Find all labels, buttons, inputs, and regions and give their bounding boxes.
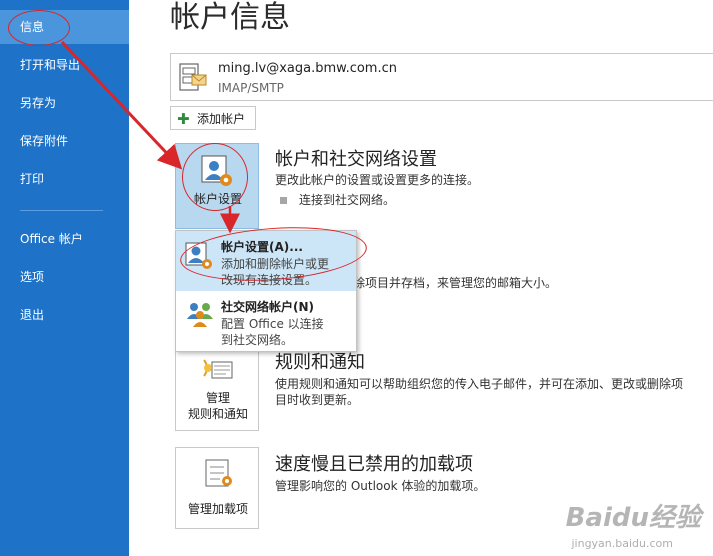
add-account-label: 添加帐户 <box>197 112 246 126</box>
backstage-sidebar: 信息 打开和导出 另存为 保存附件 打印 Office 帐户 选项 退出 <box>0 0 129 556</box>
sidebar-item-office-account[interactable]: Office 帐户 <box>0 222 129 256</box>
mailbox-icon <box>179 63 207 91</box>
social-bullet-text: 连接到社交网络。 <box>299 193 396 207</box>
account-selector[interactable]: ming.lv@xaga.bmw.com.cn IMAP/SMTP <box>170 53 713 101</box>
sidebar-item-print[interactable]: 打印 <box>0 162 129 196</box>
menu-item-title: 社交网络帐户(N) <box>221 300 315 314</box>
sidebar-item-label: 选项 <box>20 270 45 284</box>
baidu-watermark-url: jingyan.baidu.com <box>571 537 673 550</box>
plus-icon: ✚ <box>177 110 190 128</box>
manage-rules-label-2: 规则和通知 <box>187 407 248 421</box>
addins-section-title: 速度慢且已禁用的加载项 <box>275 454 473 475</box>
addins-section-description: 管理影响您的 Outlook 体验的加载项。 <box>275 479 486 493</box>
menu-item-description-2: 改现有连接设置。 <box>221 273 318 287</box>
account-email: ming.lv@xaga.bmw.com.cn <box>218 61 397 76</box>
menu-item-account-settings[interactable]: 帐户设置(A)... 添加和删除帐户或更 改现有连接设置。 <box>176 231 356 291</box>
account-settings-button[interactable]: 帐户设置 <box>175 143 259 229</box>
manage-rules-label-1: 管理 <box>205 391 230 405</box>
add-account-button[interactable]: ✚ 添加帐户 <box>170 106 256 130</box>
manage-rules-button[interactable]: 管理 规则和通知 <box>175 345 259 431</box>
menu-item-title: 帐户设置(A)... <box>221 240 303 254</box>
manage-addins-label: 管理加载项 <box>187 502 248 516</box>
menu-item-description-1: 添加和删除帐户或更 <box>221 257 330 271</box>
sidebar-item-label: 保存附件 <box>20 134 69 148</box>
sidebar-item-label: 打印 <box>20 172 45 186</box>
mailbox-cleanup-description: 除项目并存档，来管理您的邮箱大小。 <box>353 276 558 290</box>
manage-addins-button[interactable]: 管理加载项 <box>175 447 259 529</box>
sidebar-divider <box>20 210 103 211</box>
menu-item-social-accounts[interactable]: 社交网络帐户(N) 配置 Office 以连接 到社交网络。 <box>176 291 356 351</box>
sidebar-item-label: 另存为 <box>20 96 57 110</box>
sidebar-item-label: Office 帐户 <box>20 232 83 246</box>
sidebar-item-options[interactable]: 选项 <box>0 260 129 294</box>
sidebar-item-info[interactable]: 信息 <box>0 10 129 44</box>
sidebar-item-save-attachments[interactable]: 保存附件 <box>0 124 129 158</box>
sidebar-item-open-export[interactable]: 打开和导出 <box>0 48 129 82</box>
sidebar-item-exit[interactable]: 退出 <box>0 298 129 332</box>
account-section-description: 更改此帐户的设置或设置更多的连接。 <box>275 173 480 187</box>
account-section-title: 帐户和社交网络设置 <box>275 149 437 170</box>
bullet-icon <box>280 197 287 204</box>
page-title: 帐户信息 <box>170 0 290 35</box>
rules-alerts-icon <box>203 359 233 379</box>
sidebar-item-label: 信息 <box>20 20 45 34</box>
sidebar-item-label: 打开和导出 <box>20 58 81 72</box>
rules-section-description-2: 目时收到更新。 <box>275 393 360 407</box>
rules-section-description-1: 使用规则和通知可以帮助组织您的传入电子邮件，并可在添加、更改或删除项 <box>275 377 684 391</box>
account-settings-icon <box>201 155 232 186</box>
account-settings-dropdown: 帐户设置(A)... 添加和删除帐户或更 改现有连接设置。 社交网络帐户(N) … <box>175 230 357 352</box>
menu-item-description-2: 到社交网络。 <box>221 333 294 347</box>
baidu-watermark-logo: Baidu经验 <box>565 503 701 533</box>
account-settings-icon <box>185 242 212 269</box>
sidebar-item-save-as[interactable]: 另存为 <box>0 86 129 120</box>
sidebar-item-label: 退出 <box>20 308 45 322</box>
social-bullet: 连接到社交网络。 <box>280 192 395 208</box>
account-type: IMAP/SMTP <box>218 81 284 95</box>
addins-icon <box>205 459 232 487</box>
social-accounts-icon <box>187 303 213 327</box>
menu-item-description-1: 配置 Office 以连接 <box>221 317 324 331</box>
account-settings-label: 帐户设置 <box>193 192 242 206</box>
